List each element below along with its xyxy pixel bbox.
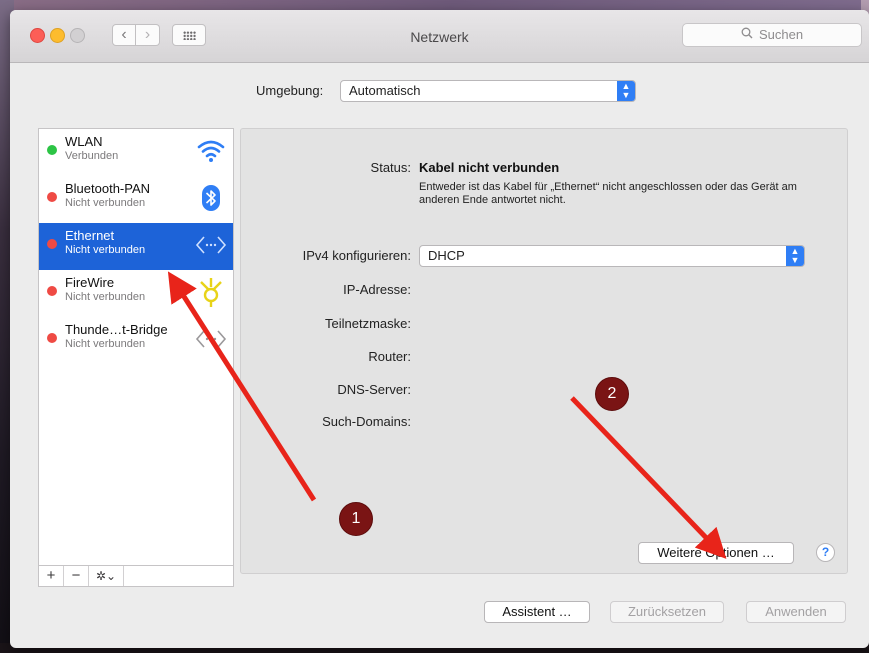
ipv4-value: DHCP: [428, 248, 465, 263]
add-service-button[interactable]: +: [39, 566, 64, 586]
updown-arrows-icon: ▲ ▼: [617, 81, 635, 101]
ipv4-label: IPv4 konfigurieren:: [302, 248, 411, 263]
network-services-list: WLAN Verbunden Bluetooth-PAN Nicht verbu…: [38, 128, 234, 576]
advanced-options-button[interactable]: Weitere Optionen …: [638, 542, 794, 564]
wifi-icon: [197, 140, 225, 162]
service-name: WLAN: [65, 134, 103, 149]
ipv4-config-popup[interactable]: DHCP ▲ ▼: [419, 245, 805, 267]
search-icon: [741, 24, 753, 46]
list-item-wlan[interactable]: WLAN Verbunden: [39, 129, 233, 176]
revert-button[interactable]: Zurücksetzen: [610, 601, 724, 623]
service-name: Ethernet: [65, 228, 115, 243]
service-name: FireWire: [65, 275, 115, 290]
network-preferences-window: ‹ › Netzwerk Suchen Umgebung: Automatisc…: [10, 10, 869, 648]
status-dot-green: [47, 145, 57, 155]
action-menu-button[interactable]: ✲⌄: [89, 566, 124, 586]
service-name: Thunde…t-Bridge: [65, 322, 168, 337]
thunderbolt-bridge-icon: [195, 330, 227, 348]
service-status: Nicht verbunden: [65, 338, 146, 350]
location-value: Automatisch: [349, 83, 421, 98]
service-status: Nicht verbunden: [65, 291, 146, 303]
status-dot-red: [47, 239, 57, 249]
location-popup[interactable]: Automatisch ▲ ▼: [340, 80, 636, 102]
status-description: Entweder ist das Kabel für „Ethernet“ ni…: [419, 181, 797, 206]
search-domains-label: Such-Domains:: [322, 414, 411, 429]
annotation-badge-1: 1: [339, 502, 373, 536]
firewire-icon: [200, 278, 222, 307]
list-toolbar: + − ✲⌄: [38, 565, 234, 587]
search-placeholder: Suchen: [758, 27, 804, 42]
updown-arrows-icon: ▲ ▼: [786, 246, 804, 266]
subnet-mask-label: Teilnetzmaske:: [325, 316, 411, 331]
router-label: Router:: [368, 349, 411, 364]
ip-address-label: IP-Adresse:: [343, 282, 411, 297]
help-button[interactable]: ?: [816, 543, 835, 562]
status-dot-red: [47, 192, 57, 202]
dns-server-label: DNS-Server:: [337, 382, 411, 397]
bluetooth-icon: [202, 185, 220, 211]
apply-button[interactable]: Anwenden: [746, 601, 846, 623]
status-value: Kabel nicht verbunden: [419, 160, 560, 175]
service-status: Nicht verbunden: [65, 244, 146, 256]
list-item-bluetooth-pan[interactable]: Bluetooth-PAN Nicht verbunden: [39, 176, 233, 223]
ethernet-icon: [195, 236, 227, 254]
service-status: Nicht verbunden: [65, 197, 146, 209]
annotation-badge-2: 2: [595, 377, 629, 411]
location-label: Umgebung:: [256, 83, 324, 98]
list-item-ethernet[interactable]: Ethernet Nicht verbunden: [39, 223, 233, 270]
status-label: Status:: [370, 160, 411, 175]
list-item-thunderbolt-bridge[interactable]: Thunde…t-Bridge Nicht verbunden: [39, 317, 233, 364]
service-name: Bluetooth-PAN: [65, 181, 151, 196]
status-dot-red: [47, 333, 57, 343]
service-status: Verbunden: [65, 150, 119, 162]
title-bar: ‹ › Netzwerk Suchen: [10, 10, 869, 63]
ethernet-detail-panel: Status: Kabel nicht verbunden Entweder i…: [240, 128, 848, 574]
search-field[interactable]: Suchen: [682, 23, 862, 47]
remove-service-button[interactable]: −: [64, 566, 89, 586]
assistant-button[interactable]: Assistent …: [484, 601, 590, 623]
list-item-firewire[interactable]: FireWire Nicht verbunden: [39, 270, 233, 317]
status-dot-red: [47, 286, 57, 296]
